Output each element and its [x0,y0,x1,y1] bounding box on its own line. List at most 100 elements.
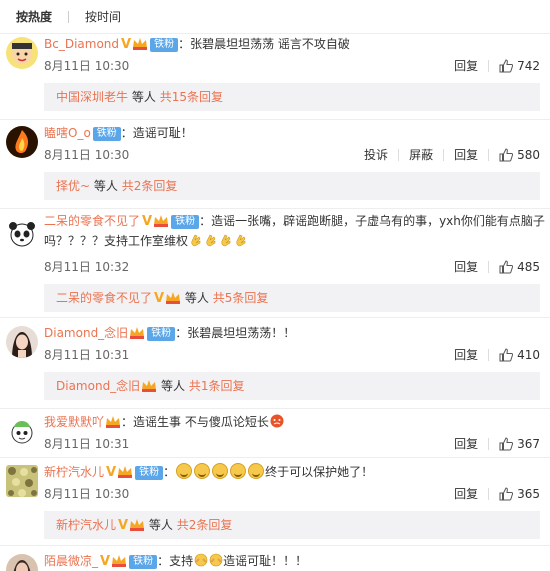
username[interactable]: 我爱默默吖 [44,415,104,429]
comment-item: Bc_Diamond V 铁粉 ：张碧晨坦坦荡荡 谣言不攻自破 8月11日 10:30… [0,35,550,121]
reply-summary[interactable]: Diamond_念旧 等人 共1条回复 [44,372,540,400]
fan-badge: 铁粉 [129,555,158,569]
sort-by-hot-tab[interactable]: 按热度 [8,8,60,25]
reply-summary[interactable]: 二呆的零食不见了 V 等人 共5条回复 [44,284,540,312]
reply-button[interactable]: 回复 [454,435,478,452]
comment-text: ：张碧晨坦坦荡荡 谣言不攻自破 [178,37,350,51]
reply-count-link[interactable]: 共1条回复 [189,379,245,393]
comment-line: 新柠汽水儿 V 铁粉： 终于可以保护她了！ [44,463,540,482]
username[interactable]: Diamond_念旧 [44,326,128,340]
like-count: 485 [517,259,540,274]
report-button[interactable]: 投诉 [364,146,388,163]
username[interactable]: 新柠汽水儿 [44,465,104,479]
like-button[interactable]: 580 [499,148,540,162]
fan-badge: 铁粉 [135,466,164,480]
reply-count-link[interactable]: 共5条回复 [213,291,269,305]
reply-username[interactable]: 择优~ [56,179,90,193]
username[interactable]: 瞌嗐O_o [44,126,91,140]
reply-button[interactable]: 回复 [454,485,478,502]
comment-divider [0,408,550,409]
avatar[interactable] [6,326,38,358]
reply-count-link[interactable]: 共15条回复 [160,90,223,104]
comment-item: Diamond_念旧 铁粉 ：张碧晨坦坦荡荡！！ 8月11日 10:31 回复 41… [0,324,550,410]
like-count: 580 [517,147,540,162]
sort-by-time-tab[interactable]: 按时间 [77,8,129,25]
like-button[interactable]: 742 [499,59,540,73]
comment-text: ：造谣可耻！ [120,126,193,140]
reply-text: 等人 [148,518,173,532]
reply-button[interactable]: 回复 [454,146,478,163]
username[interactable]: Bc_Diamond [44,37,119,51]
comment-item: 新柠汽水儿 V 铁粉：终于可以保护她了！ 8月11日 10:30 回复 365 新柠… [0,463,550,547]
action-divider [488,59,490,72]
block-button[interactable]: 屏蔽 [409,146,433,163]
reply-text: 等人 [131,90,156,104]
crying-emoji-icon [194,463,211,479]
reply-button[interactable]: 回复 [454,346,478,363]
like-button[interactable]: 367 [499,437,540,451]
avatar[interactable] [6,37,38,69]
like-button[interactable]: 365 [499,487,540,501]
comment-item: 陌晨微凉_ V 铁粉 ：支持 造谣可耻！！！ [0,552,550,571]
comment-divider [0,317,550,318]
comment-item: 二呆的零食不见了 V 铁粉 ：造谣一张嘴，辟谣跑断腿，子虚乌有的事，yxh你们能有点脑… [0,212,550,318]
avatar[interactable] [6,218,38,250]
reply-button[interactable]: 回复 [454,258,478,275]
reply-count-link[interactable]: 共2条回复 [177,518,233,532]
reply-count-link[interactable]: 共2条回复 [122,179,178,193]
comment-divider [0,457,550,458]
username[interactable]: 二呆的零食不见了 [44,214,140,228]
reply-username[interactable]: 新柠汽水儿 [56,518,116,532]
avatar[interactable] [6,415,38,447]
reply-username[interactable]: Diamond_念旧 [56,379,140,393]
verified-v-icon: V [142,214,153,229]
reply-text: 等人 [184,291,209,305]
hug-emoji-icon [194,553,208,567]
comment-time: 8月11日 10:30 [44,487,130,501]
member-crown-icon [142,380,157,392]
comment-time: 8月11日 10:30 [44,148,130,162]
thumbs-up-icon [499,486,514,500]
comment-actions: 回复 365 [454,485,540,502]
avatar-portrait-icon [6,554,38,571]
like-button[interactable]: 410 [499,348,540,362]
action-divider [488,487,490,500]
action-divider [398,148,400,161]
comment-line: 陌晨微凉_ V 铁粉 ：支持 造谣可耻！！！ [44,552,540,571]
reply-summary[interactable]: 中国深圳老牛 等人 共15条回复 [44,83,540,111]
reply-username[interactable]: 二呆的零食不见了 [56,291,152,305]
reply-button[interactable]: 回复 [454,57,478,74]
member-crown-icon [118,466,133,478]
clap-emoji-icon [191,234,201,247]
comment-time: 8月11日 10:32 [44,260,130,274]
avatar[interactable] [6,465,38,497]
crying-emoji-icon [212,463,229,479]
comment-time: 8月11日 10:30 [44,59,130,73]
comment-text: ：张碧晨坦坦荡荡！！ [175,326,296,340]
comment-actions: 回复 485 [454,258,540,275]
crying-emoji-icon [230,463,247,479]
clap-emoji-icon [221,234,231,247]
member-crown-icon [112,555,127,567]
avatar-cartoon-icon [6,415,38,447]
action-divider [488,348,490,361]
like-button[interactable]: 485 [499,260,540,274]
comment-line: 我爱默默吖 ：造谣生事 不与傻瓜论短长 [44,413,540,431]
comment-actions: 回复 367 [454,435,540,452]
clap-emoji-icon [206,234,216,247]
comment-actions: 回复 742 [454,57,540,74]
avatar-fire-icon [6,126,38,158]
avatar[interactable] [6,126,38,158]
reply-username[interactable]: 中国深圳老牛 [56,90,128,104]
avatar[interactable] [6,554,38,571]
reply-summary[interactable]: 择优~ 等人 共2条回复 [44,172,540,200]
reply-text: 等人 [93,179,118,193]
comment-time: 8月11日 10:31 [44,348,130,362]
verified-v-icon: V [100,554,111,569]
comment-divider [0,119,550,120]
username[interactable]: 陌晨微凉_ [44,554,98,568]
reply-summary[interactable]: 新柠汽水儿 V 等人 共2条回复 [44,511,540,539]
comment-actions: 投诉 屏蔽 回复 580 [364,146,540,163]
comment-time: 8月11日 10:31 [44,437,130,451]
member-crown-icon [130,327,145,339]
